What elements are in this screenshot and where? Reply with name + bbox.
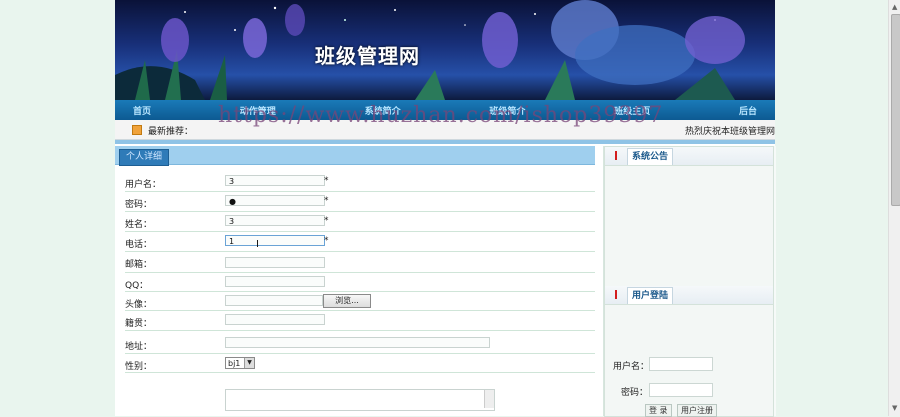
row-name: 姓名： 3 * — [125, 212, 595, 232]
row-password: 密码： ● * — [125, 192, 595, 212]
profile-panel: 个人详细 用户名： 3 * 密码： ● * 姓名： 3 * 电话： 1 * 邮箱… — [115, 146, 595, 416]
scroll-down-icon[interactable]: ▼ — [892, 404, 897, 412]
required-mark: * — [324, 196, 329, 206]
login-header: 用户登陆 — [605, 286, 773, 305]
login-button[interactable]: 登 录 — [645, 404, 672, 417]
phone-label: 电话： — [125, 240, 153, 250]
banner-flower-illustration — [115, 0, 745, 100]
username-label: 用户名： — [125, 180, 162, 190]
notes-textarea[interactable] — [225, 389, 495, 411]
notice-box: 系统公告 — [604, 146, 774, 288]
email-input[interactable] — [225, 257, 325, 268]
scroll-up-icon[interactable]: ▲ — [892, 3, 897, 11]
textarea-scrollbar[interactable] — [484, 390, 494, 408]
page: 班级管理网 首页 动作管理 系统简介 班级简介 班级主页 后台 最新推荐： 热烈… — [115, 0, 776, 417]
password-input[interactable]: ● — [225, 195, 325, 206]
nav-actions[interactable]: 动作管理 — [240, 104, 276, 117]
qq-input[interactable] — [225, 276, 325, 287]
address-input[interactable] — [225, 337, 490, 348]
row-hometown: 籍贯： — [125, 311, 595, 331]
login-username-input[interactable] — [649, 357, 713, 371]
login-box: 用户登陆 用户名： 密码： 登 录 用户注册 — [604, 286, 774, 417]
required-mark: * — [324, 216, 329, 226]
login-title: 用户登陆 — [627, 287, 674, 304]
login-username-label: 用户名： — [613, 362, 650, 372]
news-label: 最新推荐： — [148, 127, 194, 137]
row-qq: QQ： — [125, 273, 595, 292]
header-banner: 班级管理网 — [115, 0, 775, 100]
panel-tabbar: 个人详细 — [115, 146, 595, 166]
tab-profile[interactable]: 个人详细 — [119, 149, 170, 166]
rss-icon — [132, 125, 142, 135]
address-label: 地址： — [125, 342, 153, 352]
hometown-input[interactable] — [225, 314, 325, 325]
row-avatar: 头像： 浏览... — [125, 292, 595, 311]
page-scrollbar[interactable]: ▲ ▼ — [888, 0, 900, 416]
scrollbar-thumb[interactable] — [891, 14, 900, 206]
divider — [115, 140, 775, 144]
gender-select-value: bj1 — [228, 359, 241, 368]
chevron-down-icon: ▼ — [244, 358, 254, 368]
nav-admin[interactable]: 后台 — [739, 104, 757, 117]
email-label: 邮箱： — [125, 260, 153, 270]
main-nav: 首页 动作管理 系统简介 班级简介 班级主页 后台 — [115, 100, 775, 120]
row-email: 邮箱： — [125, 252, 595, 273]
nav-class-home[interactable]: 班级主页 — [614, 104, 650, 117]
gender-select[interactable]: bj1 ▼ — [225, 357, 255, 369]
site-title: 班级管理网 — [315, 44, 420, 68]
gender-label: 性别： — [125, 362, 153, 372]
row-address: 地址： — [125, 331, 595, 354]
register-button[interactable]: 用户注册 — [677, 404, 717, 417]
login-password-input[interactable] — [649, 383, 713, 397]
nav-system-intro[interactable]: 系统简介 — [365, 104, 401, 117]
marker-icon — [615, 151, 617, 160]
row-notes — [125, 373, 595, 413]
sidebar: 系统公告 用户登陆 用户名： 密码： 登 录 用户注册 — [603, 146, 776, 417]
avatar-file-input[interactable] — [225, 295, 323, 306]
qq-label: QQ： — [125, 281, 149, 291]
hometown-label: 籍贯： — [125, 319, 153, 329]
avatar-label: 头像： — [125, 300, 153, 310]
nav-class-intro[interactable]: 班级简介 — [489, 104, 525, 117]
nav-home[interactable]: 首页 — [133, 104, 151, 117]
required-mark: * — [324, 176, 329, 186]
row-gender: 性别： bj1 ▼ — [125, 354, 595, 373]
text-cursor-icon: I — [256, 239, 259, 250]
password-label: 密码： — [125, 200, 153, 210]
row-phone: 电话： 1 * — [125, 232, 595, 252]
notice-header: 系统公告 — [605, 147, 773, 166]
row-username: 用户名： 3 * — [125, 172, 595, 192]
required-mark: * — [324, 236, 329, 246]
login-password-label: 密码： — [621, 388, 649, 398]
notice-title: 系统公告 — [627, 148, 674, 165]
username-input[interactable]: 3 — [225, 175, 325, 186]
name-label: 姓名： — [125, 220, 153, 230]
browse-button[interactable]: 浏览... — [323, 294, 371, 308]
marker-icon — [615, 290, 617, 299]
news-marquee[interactable]: 热烈庆祝本班级管理网 — [685, 124, 775, 137]
phone-input[interactable]: 1 — [225, 235, 325, 246]
name-input[interactable]: 3 — [225, 215, 325, 226]
news-bar: 最新推荐： 热烈庆祝本班级管理网 — [115, 120, 775, 140]
